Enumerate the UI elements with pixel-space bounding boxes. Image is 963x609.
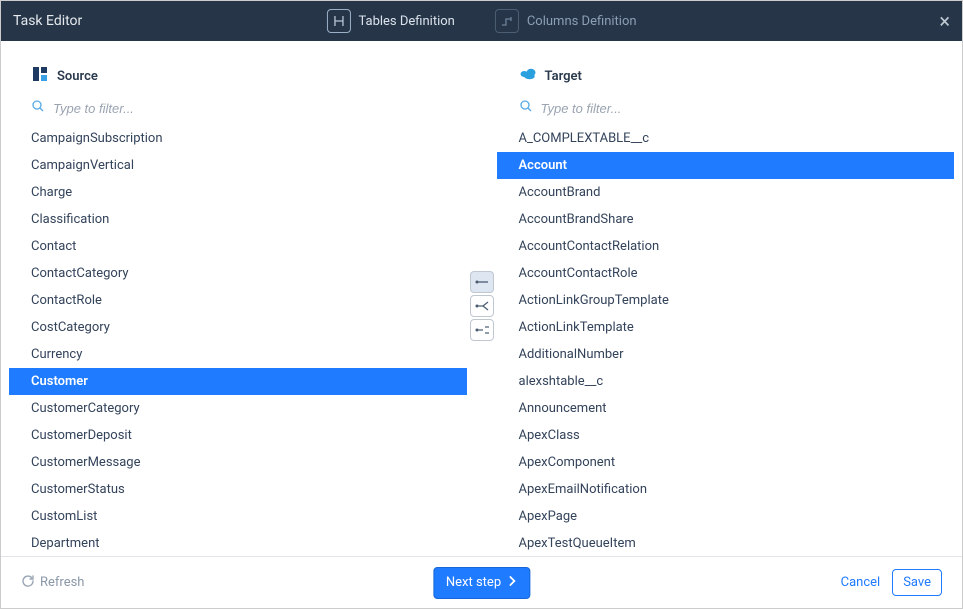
close-icon[interactable]: × [939,11,950,31]
list-item[interactable]: AccountContactRelation [497,233,955,260]
list-item[interactable]: CustomerDeposit [9,422,467,449]
refresh-button[interactable]: Refresh [21,574,84,592]
list-item[interactable]: Account [497,152,955,179]
unlink-button[interactable] [470,319,494,341]
list-item[interactable]: ApexTestQueueItem [497,530,955,552]
list-item[interactable]: ApexEmailNotification [497,476,955,503]
list-item[interactable]: ActionLinkGroupTemplate [497,287,955,314]
columns-icon [495,9,519,33]
tab-columns-definition[interactable]: Columns Definition [495,9,637,33]
list-item[interactable]: Charge [9,179,467,206]
source-panel: Source CampaignSubscriptionCampaignVerti… [9,59,467,552]
list-item[interactable]: Department [9,530,467,552]
link-single-button[interactable] [470,271,494,293]
next-step-label: Next step [446,575,501,590]
cancel-button[interactable]: Cancel [841,575,881,590]
search-icon [31,99,45,117]
list-item[interactable]: A_COMPLEXTABLE__c [497,125,955,152]
target-filter-input[interactable] [541,101,933,116]
list-item[interactable]: Announcement [497,395,955,422]
target-list[interactable]: A_COMPLEXTABLE__cAccountAccountBrandAcco… [497,125,955,552]
modal-title: Task Editor [13,13,82,29]
link-controls [467,59,497,552]
list-item[interactable]: Contact [9,233,467,260]
tab-label: Tables Definition [358,14,454,29]
list-item[interactable]: CustomerCategory [9,395,467,422]
link-auto-button[interactable] [470,295,494,317]
source-title: Source [57,69,98,84]
list-item[interactable]: CostCategory [9,314,467,341]
modal-body: Source CampaignSubscriptionCampaignVerti… [1,41,962,556]
list-item[interactable]: ContactCategory [9,260,467,287]
modal-footer: Refresh Next step Cancel Save [1,556,962,608]
list-item[interactable]: ActionLinkTemplate [497,314,955,341]
list-item[interactable]: Customer [9,368,467,395]
next-step-button[interactable]: Next step [433,567,530,599]
list-item[interactable]: AdditionalNumber [497,341,955,368]
list-item[interactable]: ContactRole [9,287,467,314]
target-panel: Target A_COMPLEXTABLE__cAccountAccountBr… [497,59,955,552]
source-list[interactable]: CampaignSubscriptionCampaignVerticalChar… [9,125,467,552]
target-search-row [497,93,955,125]
target-header: Target [497,59,955,93]
source-filter-input[interactable] [53,101,445,116]
list-item[interactable]: AccountContactRole [497,260,955,287]
target-icon [519,65,537,87]
refresh-icon [21,574,35,592]
list-item[interactable]: AccountBrandShare [497,206,955,233]
list-item[interactable]: CampaignSubscription [9,125,467,152]
chevron-right-icon [507,575,517,591]
save-button[interactable]: Save [892,569,942,596]
source-search-row [9,93,467,125]
footer-right: Cancel Save [841,569,942,596]
header-tabs: Tables Definition Columns Definition [326,9,636,33]
list-item[interactable]: ApexClass [497,422,955,449]
tab-tables-definition[interactable]: Tables Definition [326,9,454,33]
refresh-label: Refresh [40,575,84,590]
list-item[interactable]: CustomList [9,503,467,530]
list-item[interactable]: ApexComponent [497,449,955,476]
list-item[interactable]: Currency [9,341,467,368]
source-icon [31,65,49,87]
list-item[interactable]: CampaignVertical [9,152,467,179]
modal-header: Task Editor Tables Definition Columns De… [1,1,962,41]
list-item[interactable]: alexshtable__c [497,368,955,395]
source-header: Source [9,59,467,93]
list-item[interactable]: AccountBrand [497,179,955,206]
list-item[interactable]: ApexPage [497,503,955,530]
tab-label: Columns Definition [527,14,637,29]
list-item[interactable]: CustomerStatus [9,476,467,503]
task-editor-modal: Task Editor Tables Definition Columns De… [0,0,963,609]
tables-icon [326,9,350,33]
target-title: Target [545,69,582,84]
list-item[interactable]: CustomerMessage [9,449,467,476]
list-item[interactable]: Classification [9,206,467,233]
search-icon [519,99,533,117]
